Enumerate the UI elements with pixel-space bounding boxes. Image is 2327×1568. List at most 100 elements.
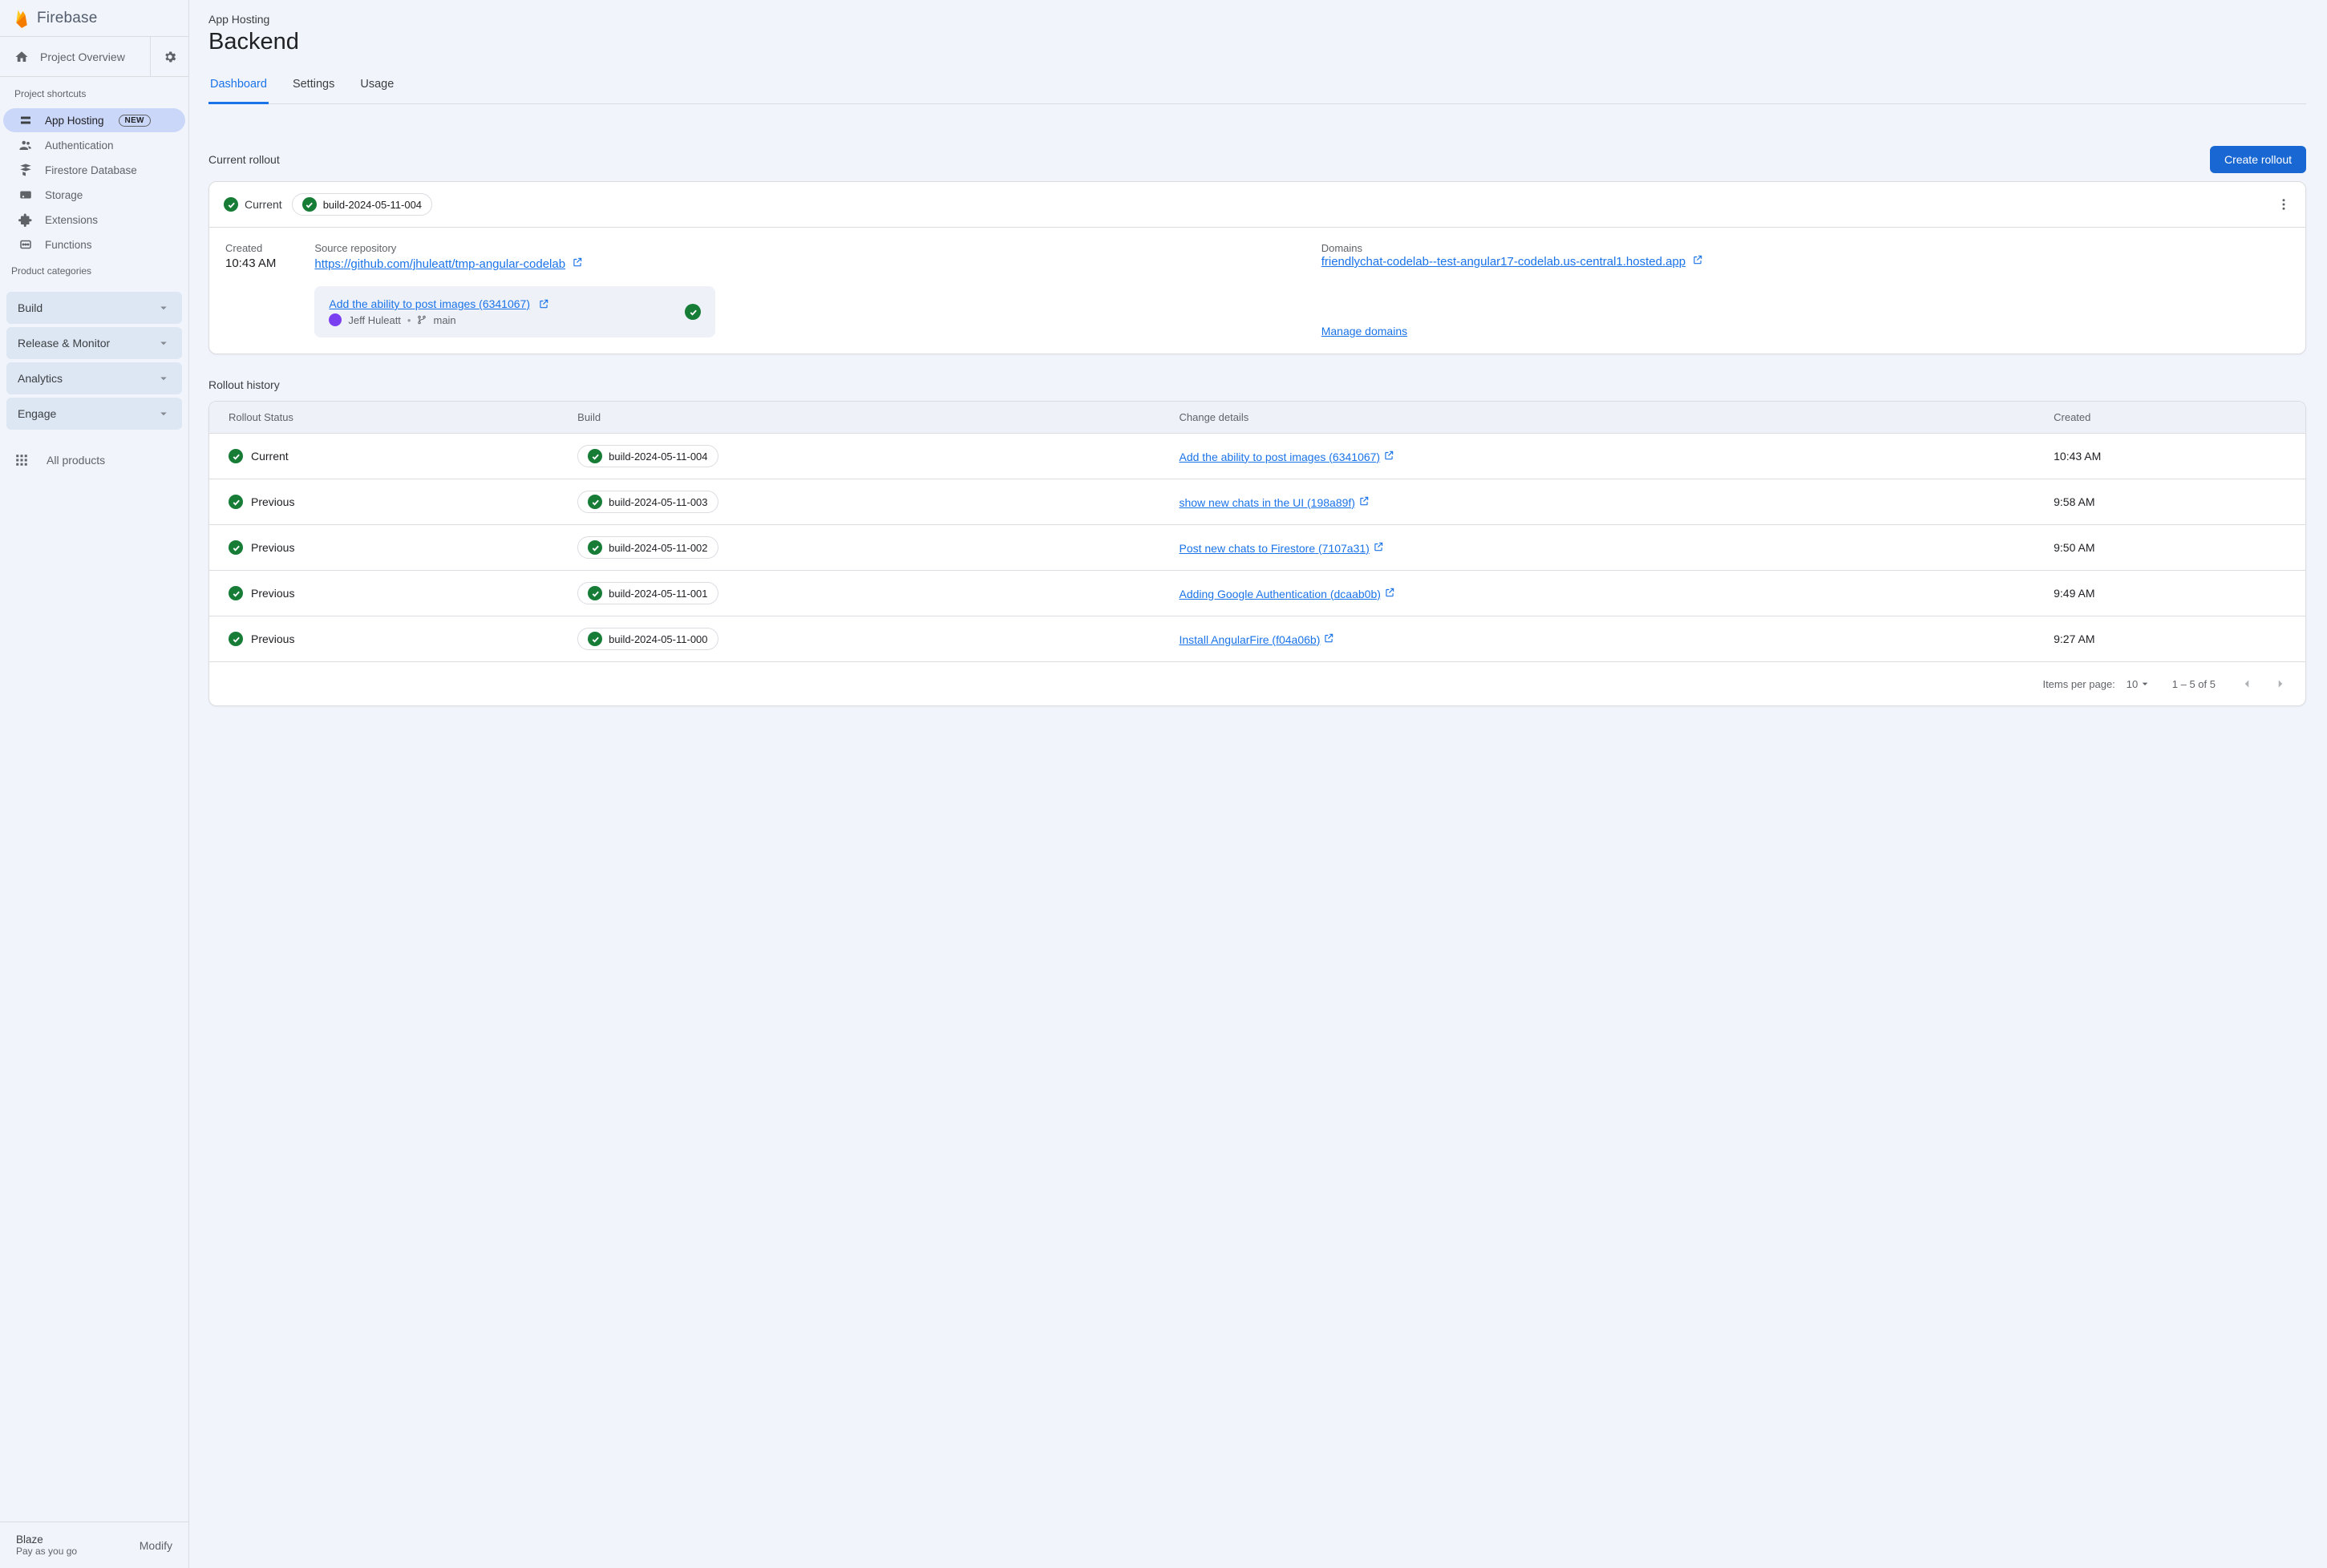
cat-release[interactable]: Release & Monitor bbox=[6, 327, 182, 359]
manage-domains-link[interactable]: Manage domains bbox=[1321, 325, 1407, 337]
col-created: Created bbox=[2041, 402, 2305, 434]
row-change-link[interactable]: Add the ability to post images (6341067) bbox=[1179, 451, 1380, 463]
ipp-label: Items per page: bbox=[2042, 678, 2115, 690]
row-build-chip[interactable]: build-2024-05-11-004 bbox=[577, 445, 718, 467]
commit-link[interactable]: Add the ability to post images (6341067) bbox=[329, 297, 530, 310]
rollout-status: Current bbox=[224, 197, 282, 212]
project-overview-row: Project Overview bbox=[0, 37, 188, 77]
table-row: Currentbuild-2024-05-11-004Add the abili… bbox=[209, 434, 2305, 479]
gear-icon bbox=[163, 50, 177, 64]
categories-header: Product categories bbox=[0, 257, 188, 283]
row-change-link[interactable]: Post new chats to Firestore (7107a31) bbox=[1179, 542, 1369, 555]
check-circle-icon bbox=[588, 449, 602, 463]
author-avatar bbox=[329, 313, 342, 326]
row-build-chip[interactable]: build-2024-05-11-001 bbox=[577, 582, 718, 604]
domain-link[interactable]: friendlychat-codelab--test-angular17-cod… bbox=[1321, 255, 1686, 269]
row-created: 10:43 AM bbox=[2041, 434, 2305, 479]
pager-prev[interactable] bbox=[2236, 673, 2257, 694]
functions-icon bbox=[18, 237, 34, 252]
cat-build[interactable]: Build bbox=[6, 292, 182, 324]
nav-storage[interactable]: Storage bbox=[3, 183, 185, 207]
external-link-icon bbox=[538, 298, 549, 309]
history-card: Rollout Status Build Change details Crea… bbox=[208, 401, 2306, 706]
project-overview-link[interactable]: Project Overview bbox=[0, 50, 150, 64]
more-menu-button[interactable] bbox=[2272, 192, 2296, 216]
current-rollout-card: Current build-2024-05-11-004 Created 10:… bbox=[208, 181, 2306, 354]
categories: Build Release & Monitor Analytics Engage bbox=[6, 291, 182, 430]
current-rollout-label: Current rollout bbox=[208, 153, 280, 166]
chevron-down-icon bbox=[156, 406, 171, 421]
row-status: Previous bbox=[229, 632, 552, 646]
people-icon bbox=[18, 138, 34, 152]
nav-list: App Hosting NEW Authentication Firestore… bbox=[0, 107, 188, 257]
branch-name: main bbox=[433, 314, 455, 326]
external-link-icon bbox=[1383, 450, 1394, 461]
row-change-link[interactable]: Install AngularFire (f04a06b) bbox=[1179, 633, 1320, 646]
plan-name: Blaze bbox=[16, 1534, 77, 1546]
row-build-chip[interactable]: build-2024-05-11-002 bbox=[577, 536, 718, 559]
build-chip[interactable]: build-2024-05-11-004 bbox=[292, 193, 432, 216]
repo-label: Source repository bbox=[314, 242, 1282, 254]
nav-authentication[interactable]: Authentication bbox=[3, 133, 185, 157]
project-settings-button[interactable] bbox=[150, 37, 188, 76]
tab-dashboard[interactable]: Dashboard bbox=[208, 70, 269, 104]
branch-icon bbox=[417, 315, 427, 325]
check-circle-icon bbox=[588, 586, 602, 600]
table-row: Previous build-2024-05-11-002 Post new cha… bbox=[209, 525, 2305, 571]
pager-range: 1 – 5 of 5 bbox=[2172, 678, 2216, 690]
chevron-down-icon bbox=[156, 336, 171, 350]
tab-settings[interactable]: Settings bbox=[291, 70, 336, 104]
check-circle-icon bbox=[685, 304, 701, 320]
tabs: Dashboard Settings Usage bbox=[208, 70, 2306, 104]
check-circle-icon bbox=[229, 495, 243, 509]
check-circle-icon bbox=[588, 495, 602, 509]
col-change: Change details bbox=[1166, 402, 2041, 434]
external-link-icon bbox=[572, 257, 583, 268]
firestore-icon bbox=[18, 163, 34, 177]
row-change-link[interactable]: Adding Google Authentication (dcaab0b) bbox=[1179, 588, 1380, 600]
col-build: Build bbox=[565, 402, 1166, 434]
row-status: Previous bbox=[229, 540, 552, 555]
history-label: Rollout history bbox=[208, 378, 2306, 391]
app-hosting-icon bbox=[18, 113, 34, 127]
check-circle-icon bbox=[224, 197, 238, 212]
chevron-down-icon bbox=[156, 301, 171, 315]
row-change-link[interactable]: show new chats in the UI (198a89f) bbox=[1179, 496, 1354, 509]
new-badge: NEW bbox=[119, 115, 151, 127]
repo-link[interactable]: https://github.com/jhuleatt/tmp-angular-… bbox=[314, 257, 565, 271]
external-link-icon bbox=[1358, 495, 1370, 507]
created-value: 10:43 AM bbox=[225, 257, 276, 270]
main: App Hosting Backend Dashboard Settings U… bbox=[189, 0, 2327, 1568]
storage-icon bbox=[18, 188, 34, 202]
nav-app-hosting[interactable]: App Hosting NEW bbox=[3, 108, 185, 132]
nav-functions[interactable]: Functions bbox=[3, 232, 185, 257]
plan-panel: Blaze Pay as you go Modify bbox=[0, 1522, 188, 1568]
create-rollout-button[interactable]: Create rollout bbox=[2210, 146, 2306, 173]
cat-engage[interactable]: Engage bbox=[6, 398, 182, 430]
nav-extensions[interactable]: Extensions bbox=[3, 208, 185, 232]
check-circle-icon bbox=[588, 632, 602, 646]
col-status: Rollout Status bbox=[209, 402, 565, 434]
plan-modify-button[interactable]: Modify bbox=[140, 1539, 172, 1552]
extensions-icon bbox=[18, 212, 34, 227]
tab-usage[interactable]: Usage bbox=[358, 70, 395, 104]
row-build-chip[interactable]: build-2024-05-11-000 bbox=[577, 628, 718, 650]
nav-firestore[interactable]: Firestore Database bbox=[3, 158, 185, 182]
row-created: 9:27 AM bbox=[2041, 616, 2305, 662]
current-rollout-header: Current rollout Create rollout bbox=[208, 146, 2306, 173]
ipp-select[interactable]: 10 bbox=[2127, 678, 2151, 690]
commit-box: Add the ability to post images (6341067)… bbox=[314, 286, 715, 337]
all-products-link[interactable]: All products bbox=[0, 438, 188, 482]
external-link-icon bbox=[1373, 541, 1384, 552]
firebase-logo-icon bbox=[14, 9, 29, 28]
check-circle-icon bbox=[229, 586, 243, 600]
check-circle-icon bbox=[229, 632, 243, 646]
check-circle-icon bbox=[229, 540, 243, 555]
row-build-chip[interactable]: build-2024-05-11-003 bbox=[577, 491, 718, 513]
row-created: 9:50 AM bbox=[2041, 525, 2305, 571]
pager-next[interactable] bbox=[2270, 673, 2291, 694]
breadcrumb: App Hosting bbox=[208, 13, 2306, 26]
check-circle-icon bbox=[229, 449, 243, 463]
page-title: Backend bbox=[208, 29, 2306, 55]
cat-analytics[interactable]: Analytics bbox=[6, 362, 182, 394]
